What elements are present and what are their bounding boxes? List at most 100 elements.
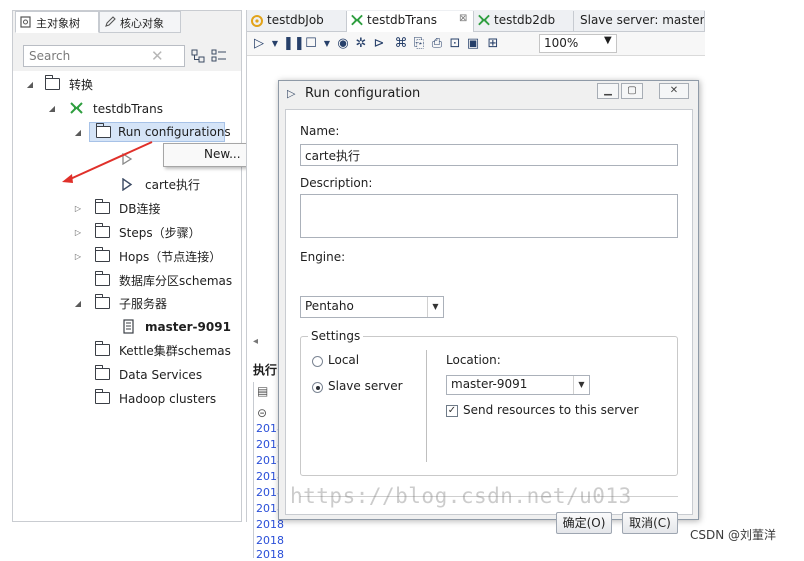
tab-slave-server[interactable]: Slave server: master-9091 xyxy=(574,11,705,32)
folder-icon xyxy=(94,365,110,380)
sql-icon[interactable]: ⎙ xyxy=(429,36,445,52)
tab-testdbjob[interactable]: testdbJob xyxy=(247,11,347,32)
local-radio[interactable] xyxy=(312,356,323,367)
collapse-tree-icon[interactable] xyxy=(191,49,205,63)
expanded-arrow-icon[interactable]: ◢ xyxy=(25,75,35,95)
tab-core-objects-label: 核心对象 xyxy=(120,17,164,30)
tree-item-label: Hops（节点连接） xyxy=(119,250,222,264)
collapsed-arrow-icon[interactable]: ▷ xyxy=(73,223,83,243)
stop-icon[interactable]: ☐ xyxy=(303,36,319,52)
folder-icon xyxy=(94,341,110,356)
send-resources-checkbox[interactable]: ✓ xyxy=(446,405,458,417)
description-field[interactable] xyxy=(300,194,678,238)
preview-icon[interactable]: ◉ xyxy=(335,36,351,52)
run-icon[interactable]: ▷ xyxy=(251,36,267,52)
tab-testdb2db[interactable]: testdb2db xyxy=(474,11,574,32)
folder-icon xyxy=(44,75,60,90)
expanded-arrow-icon[interactable]: ◢ xyxy=(73,294,83,314)
editor-toolbar: ▷ ▼ ❚❚ ☐ ▼ ◉ ✲ ⊳ ⌘ ⎘ ⎙ ⊡ ▣ ⊞ 100% ▼ xyxy=(247,32,705,56)
engine-select[interactable]: Pentaho ▼ xyxy=(300,296,444,318)
name-label: Name: xyxy=(300,124,340,138)
editor-tab-bar: testdbJob testdbTrans ⊠ testdb2db Slave … xyxy=(247,10,705,32)
engine-label: Engine: xyxy=(300,250,346,264)
tree-item-testdbtrans[interactable]: ◢ testdbTrans xyxy=(13,99,241,119)
folder-icon xyxy=(94,389,110,404)
tree-icon xyxy=(20,16,31,28)
tab-testdbtrans[interactable]: testdbTrans ⊠ xyxy=(347,11,474,32)
tree-item-label: DB连接 xyxy=(119,202,161,216)
divider xyxy=(426,350,427,462)
description-label: Description: xyxy=(300,176,373,190)
collapsed-arrow-icon[interactable]: ▷ xyxy=(73,199,83,219)
transformation-icon xyxy=(70,102,83,114)
clear-search-icon[interactable]: ✕ xyxy=(151,47,164,65)
tree-item-data-services[interactable]: Data Services xyxy=(13,365,241,385)
tree-item-label: 数据库分区schemas xyxy=(119,274,233,288)
tree-item-label: 子服务器 xyxy=(119,297,168,311)
local-label: Local xyxy=(328,353,360,367)
maximize-button[interactable]: ▢ xyxy=(621,83,643,99)
tree-item-label: master-9091 xyxy=(145,320,231,334)
ok-button[interactable]: 确定(O) xyxy=(556,512,612,534)
annotation-arrow xyxy=(62,141,153,183)
location-select[interactable]: master-9091 ▼ xyxy=(446,375,590,395)
expanded-arrow-icon[interactable]: ◢ xyxy=(47,99,57,119)
tree-item-label: 转换 xyxy=(69,78,94,92)
tree-item-cluster-schemas[interactable]: Kettle集群schemas xyxy=(13,341,241,361)
chevron-down-icon[interactable]: ▼ xyxy=(427,297,443,317)
slave-server-label: Slave server xyxy=(328,379,403,393)
transformation-icon xyxy=(478,14,490,26)
chevron-down-icon[interactable]: ▼ xyxy=(604,35,612,46)
tree-item-hops[interactable]: ▷ Hops（节点连接） xyxy=(13,247,241,267)
tree-item-label: testdbTrans xyxy=(93,102,163,116)
expand-tree-icon[interactable] xyxy=(211,49,227,63)
folder-icon xyxy=(94,247,110,262)
tab-label: testdbTrans xyxy=(367,13,437,27)
folder-icon xyxy=(94,294,110,309)
run-dropdown-icon[interactable]: ▼ xyxy=(267,36,283,52)
minimize-button[interactable]: ▁ xyxy=(597,83,619,99)
show-results-icon[interactable]: ▣ xyxy=(465,36,481,52)
stop-dropdown-icon[interactable]: ▼ xyxy=(319,36,335,52)
explore-db-icon[interactable]: ⊡ xyxy=(447,36,463,52)
watermark: https://blog.csdn.net/u013 xyxy=(290,484,632,508)
folder-icon xyxy=(94,223,110,238)
tab-main-tree[interactable]: 主对象树 xyxy=(15,11,99,33)
close-button[interactable]: ✕ xyxy=(659,83,689,99)
collapsed-arrow-icon[interactable]: ▷ xyxy=(73,247,83,267)
pause-icon[interactable]: ❚❚ xyxy=(283,36,305,52)
grid-icon[interactable]: ⊞ xyxy=(485,36,501,52)
tab-label: testdbJob xyxy=(267,13,324,27)
replay-icon[interactable]: ⊳ xyxy=(371,36,387,52)
tree-item-hadoop-clusters[interactable]: Hadoop clusters xyxy=(13,389,241,409)
tab-label: Slave server: master-9091 xyxy=(580,13,704,27)
tree-item-slave-servers[interactable]: ◢ 子服务器 xyxy=(13,294,241,314)
debug-icon[interactable]: ✲ xyxy=(353,36,369,52)
tree-item-db-connections[interactable]: ▷ DB连接 xyxy=(13,199,241,219)
engine-value: Pentaho xyxy=(305,299,354,313)
transformation-icon xyxy=(351,14,363,26)
credit-text: CSDN @刘董洋 xyxy=(690,528,777,542)
close-tab-icon[interactable]: ⊠ xyxy=(459,13,467,24)
dialog-title: Run configuration xyxy=(305,86,421,101)
impact-icon[interactable]: ⎘ xyxy=(411,36,427,52)
verify-icon[interactable]: ⌘ xyxy=(393,36,409,52)
clear-log-icon[interactable]: ⊝ xyxy=(257,406,267,420)
tree-item-label: Data Services xyxy=(119,368,203,382)
scroll-left-icon[interactable]: ◂ xyxy=(253,336,258,347)
name-field[interactable]: carte执行 xyxy=(300,144,678,166)
execution-results-label: 执行 xyxy=(253,363,278,377)
slave-server-radio[interactable] xyxy=(312,382,323,393)
tree-item-transformations[interactable]: ◢ 转换 xyxy=(13,75,241,95)
tree-item-master-9091[interactable]: master-9091 xyxy=(13,317,241,337)
log-icon[interactable]: ▤ xyxy=(257,384,268,398)
tree-item-steps[interactable]: ▷ Steps（步骤） xyxy=(13,223,241,243)
tab-label: testdb2db xyxy=(494,13,556,27)
chevron-down-icon[interactable]: ▼ xyxy=(573,376,589,394)
cancel-button[interactable]: 取消(C) xyxy=(622,512,678,534)
run-configuration-dialog: ▷ Run configuration ▁ ▢ ✕ Name: carte执行 … xyxy=(278,80,699,534)
tab-core-objects[interactable]: 核心对象 xyxy=(99,11,181,33)
folder-icon xyxy=(94,271,110,286)
tree-item-partition-schemas[interactable]: 数据库分区schemas xyxy=(13,271,241,291)
context-menu-new[interactable]: New... xyxy=(204,147,241,161)
